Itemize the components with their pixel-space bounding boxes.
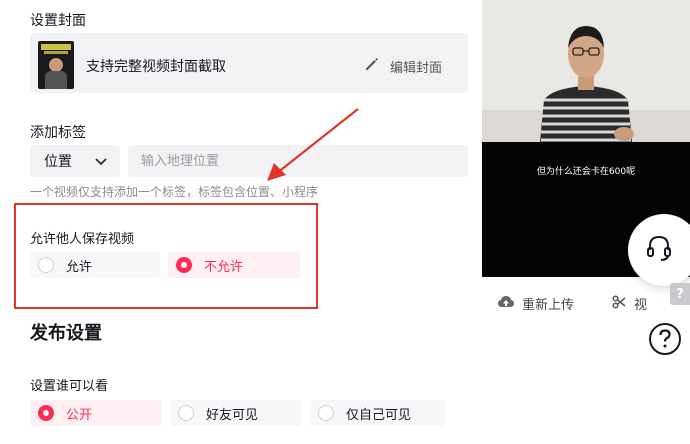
edit-cover-button[interactable]: 编辑封面 — [364, 56, 442, 76]
scissors-icon — [612, 294, 626, 313]
upload-cloud-icon — [498, 295, 514, 313]
pencil-icon — [364, 56, 380, 76]
radio-checked-icon — [38, 405, 54, 421]
headset-icon — [644, 233, 674, 267]
help-button[interactable] — [640, 316, 690, 366]
radio-unchecked-icon — [178, 405, 194, 421]
reupload-button[interactable]: 重新上传 — [498, 294, 574, 313]
radio-unchecked-icon — [318, 405, 334, 421]
save-section-title: 允许他人保存视频 — [30, 232, 135, 247]
edit-cover-label: 编辑封面 — [390, 60, 443, 76]
feedback-tab-icon[interactable]: ? — [670, 283, 690, 305]
tag-type-select[interactable]: 位置 — [30, 145, 120, 177]
visibility-option-friends-label: 好友可见 — [206, 407, 259, 423]
video-frame — [482, 0, 690, 142]
radio-checked-icon — [176, 257, 192, 273]
cover-section-title: 设置封面 — [30, 13, 86, 29]
tag-section-title: 添加标签 — [30, 125, 86, 141]
cover-description: 支持完整视频封面截取 — [86, 59, 226, 75]
reupload-label: 重新上传 — [522, 298, 575, 313]
customer-service-button[interactable] — [628, 214, 690, 286]
visibility-option-private[interactable]: 仅自己可见 — [310, 400, 445, 426]
visibility-title: 设置谁可以看 — [30, 379, 109, 394]
cut-video-button[interactable]: 视 — [612, 294, 647, 313]
tag-type-value: 位置 — [44, 154, 72, 170]
save-option-allow[interactable]: 允许 — [30, 252, 160, 278]
visibility-option-public[interactable]: 公开 — [30, 400, 162, 426]
save-option-allow-label: 允许 — [66, 259, 93, 275]
tag-hint: 一个视频仅支持添加一个标签，标签包含位置、小程序 — [30, 185, 319, 199]
save-option-disallow-label: 不允许 — [204, 259, 244, 275]
radio-unchecked-icon — [38, 257, 54, 273]
cut-video-label: 视 — [634, 298, 648, 313]
question-circle-icon — [648, 322, 682, 360]
visibility-option-private-label: 仅自己可见 — [346, 407, 412, 423]
save-option-disallow[interactable]: 不允许 — [168, 252, 300, 278]
annotation-arrow — [267, 108, 359, 181]
video-subtitle: 但为什么还会卡在600呢 — [536, 167, 636, 177]
chevron-down-icon — [94, 152, 108, 171]
cover-thumbnail[interactable] — [38, 41, 74, 89]
visibility-option-public-label: 公开 — [66, 407, 93, 423]
visibility-option-friends[interactable]: 好友可见 — [170, 400, 302, 426]
publish-section-title: 发布设置 — [30, 323, 102, 344]
